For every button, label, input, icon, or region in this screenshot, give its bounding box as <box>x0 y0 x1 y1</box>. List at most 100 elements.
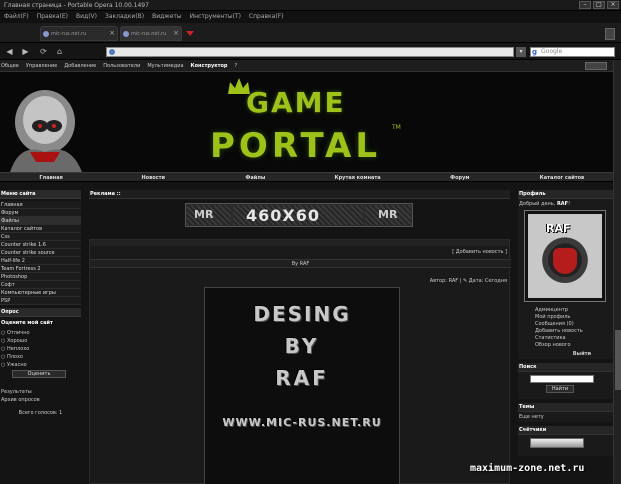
tab-2[interactable]: mic-rus.net.ru × <box>120 26 182 41</box>
admin-general[interactable]: Общее <box>1 60 19 71</box>
search-placeholder: Google <box>541 48 563 55</box>
link-my-profile[interactable]: Мой профиль <box>535 314 613 321</box>
poll-option[interactable]: ○ Плохо <box>0 353 81 361</box>
home-icon[interactable]: ⌂ <box>54 46 65 57</box>
menu-bookmarks[interactable]: Закладки(B) <box>105 11 144 23</box>
ad-title: Реклама :: <box>89 190 510 199</box>
site-menu: Главная Форум Файлы Каталог сайтов Css C… <box>0 201 81 305</box>
menu-item-psp[interactable]: PSP <box>0 297 81 305</box>
poll-option-label: Хорошо <box>6 338 28 344</box>
link-messages[interactable]: Сообщения (0) <box>535 321 613 328</box>
link-stats[interactable]: Статистика <box>535 335 613 342</box>
admin-users[interactable]: Пользователи <box>103 60 140 71</box>
menu-view[interactable]: Вид(V) <box>76 11 97 23</box>
page-viewport: Общее Управление Добавление Пользователи… <box>0 60 613 484</box>
nav-files[interactable]: Файлы <box>204 173 306 181</box>
menu-item-hl2[interactable]: Half-life 2 <box>0 257 81 265</box>
favicon-icon <box>43 31 49 37</box>
menu-item-cs16[interactable]: Counter strike 1.6 <box>0 241 81 249</box>
menu-item-tf2[interactable]: Team Fortress 2 <box>0 265 81 273</box>
tab-label: mic-rus.net.ru <box>51 31 87 37</box>
scroll-thumb[interactable] <box>615 330 621 390</box>
image-text-line3: RAF <box>275 366 329 390</box>
nav-home[interactable]: Главная <box>0 173 102 181</box>
link-add-news[interactable]: Добавить новость <box>535 328 613 335</box>
admin-media[interactable]: Мультимедиа <box>147 60 183 71</box>
admin-add[interactable]: Добавление <box>64 60 96 71</box>
link-admin-center[interactable]: Админцентр <box>535 307 613 314</box>
admin-help[interactable]: ? <box>235 60 238 71</box>
url-dropdown-icon[interactable]: ▾ <box>516 47 526 57</box>
menu-file[interactable]: Файл(F) <box>4 11 29 23</box>
poll-archive-link[interactable]: Архив опросов <box>0 396 81 404</box>
poll-block: Опрос Оцените мой сайт ○ Отлично ○ Хорош… <box>0 308 81 416</box>
vote-button[interactable]: Оценить <box>12 370 66 378</box>
poll-option[interactable]: ○ Отлично <box>0 329 81 337</box>
close-icon[interactable]: × <box>173 29 179 37</box>
close-icon[interactable]: × <box>109 29 115 37</box>
admin-manage[interactable]: Управление <box>26 60 57 71</box>
poll-option-label: Плохо <box>6 354 23 360</box>
admin-bar: Общее Управление Добавление Пользователи… <box>0 60 613 72</box>
scrollbar[interactable] <box>613 60 621 484</box>
forward-icon[interactable]: ▶ <box>20 46 31 57</box>
admin-constructor[interactable]: Конструктор <box>191 60 228 71</box>
menu-item-home[interactable]: Главная <box>0 201 81 209</box>
greeting: Добрый день, RAF! <box>518 199 613 209</box>
menu-item-soft[interactable]: Софт <box>0 281 81 289</box>
nav-news[interactable]: Новости <box>102 173 204 181</box>
menu-widgets[interactable]: Виджеты <box>152 11 182 23</box>
menu-item-css-source[interactable]: Counter strike source <box>0 249 81 257</box>
favicon-icon <box>123 31 129 37</box>
banner-logo-left: MR <box>194 208 214 221</box>
menu-item-photoshop[interactable]: Photoshop <box>0 273 81 281</box>
poll-title: Опрос <box>0 308 81 317</box>
site-search-button[interactable]: Найти <box>546 385 574 393</box>
site-search-input[interactable] <box>530 375 594 383</box>
url-field[interactable] <box>106 47 514 57</box>
greeting-name: RAF <box>556 201 569 207</box>
menu-item-forum[interactable]: Форум <box>0 209 81 217</box>
search-input[interactable]: g Google <box>530 47 615 57</box>
nav-forum[interactable]: Форум <box>409 173 511 181</box>
left-sidebar: Меню сайта Главная Форум Файлы Каталог с… <box>0 190 81 484</box>
admin-toggle[interactable] <box>585 62 607 70</box>
poll-results-link[interactable]: Результаты <box>0 388 81 396</box>
avatar-text: RAF <box>546 222 571 235</box>
minimize-button[interactable]: – <box>579 1 591 9</box>
close-window-button[interactable]: × <box>607 1 619 9</box>
image-text-line2: BY <box>284 334 320 358</box>
logo-tm: TM <box>392 124 401 131</box>
maximize-button[interactable]: □ <box>593 1 605 9</box>
trash-icon[interactable] <box>605 28 615 40</box>
counters-title: Счётчики <box>518 426 613 435</box>
tab-1[interactable]: mic-rus.net.ru × <box>40 26 118 41</box>
menu-item-games[interactable]: Компьютерные игры <box>0 289 81 297</box>
site-favicon-icon <box>109 49 115 55</box>
browser-window: Главная страница - Portable Opera 10.00.… <box>0 0 621 484</box>
counter-widget[interactable] <box>530 438 584 448</box>
logout-link[interactable]: Выйти <box>518 351 613 359</box>
poll-option[interactable]: ○ Хорошо <box>0 337 81 345</box>
menu-tools[interactable]: Инструменты(T) <box>190 11 241 23</box>
menu-item-files[interactable]: Файлы <box>0 217 81 225</box>
image-text-url: WWW.MIC-RUS.NET.RU <box>222 416 382 429</box>
link-whats-new[interactable]: Обзор нового <box>535 342 613 349</box>
new-tab-arrow-icon[interactable] <box>186 31 194 36</box>
nav-catalog[interactable]: Каталог сайтов <box>511 173 613 181</box>
add-news-link[interactable]: [ Добавить новость ] <box>452 249 507 255</box>
poll-option[interactable]: ○ Ужасно <box>0 361 81 369</box>
avatar[interactable]: RAF <box>525 211 605 301</box>
menu-item-css[interactable]: Css <box>0 233 81 241</box>
menu-help[interactable]: Справка(F) <box>249 11 284 23</box>
menu-item-catalog[interactable]: Каталог сайтов <box>0 225 81 233</box>
post-header <box>90 240 509 246</box>
reload-icon[interactable]: ⟳ <box>38 46 49 57</box>
poll-option[interactable]: ○ Неплохо <box>0 345 81 353</box>
nav-cool-room[interactable]: Крутая комната <box>307 173 409 181</box>
back-icon[interactable]: ◀ <box>4 46 15 57</box>
address-bar: ◀ ▶ ⟳ ⌂ ▾ g Google <box>0 43 621 60</box>
menu-edit[interactable]: Правка(E) <box>37 11 68 23</box>
banner-text: 460X60 <box>246 206 320 225</box>
ad-banner[interactable]: MR 460X60 MR <box>185 203 413 227</box>
